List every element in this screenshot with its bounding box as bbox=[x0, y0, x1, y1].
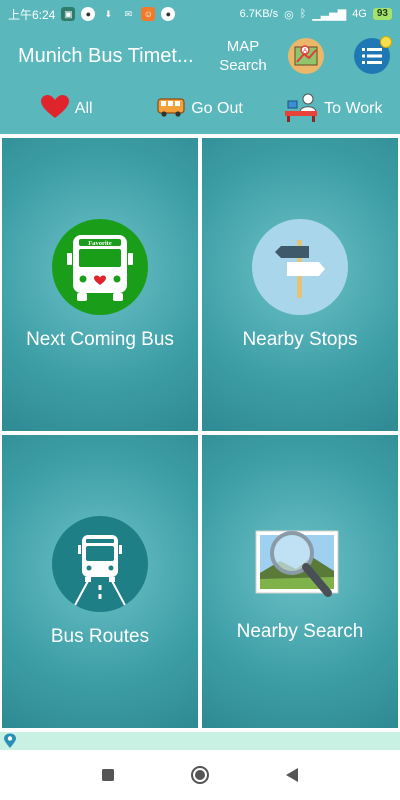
tile-nearby-search[interactable]: Nearby Search bbox=[202, 435, 398, 728]
filter-bar: All Go Out To Work bbox=[0, 84, 400, 134]
status-bar: 上午6:24 ▣ ● ⬇ ✉ ☺ ● 6.7KB/s ◎ ᛒ ▁▃▅▇ 4G 9… bbox=[0, 0, 400, 28]
filter-all-label: All bbox=[74, 100, 93, 117]
bluetooth-icon: ᛒ bbox=[299, 8, 307, 20]
tile-next-coming-bus[interactable]: Favorite Next Coming Bus bbox=[2, 138, 198, 431]
filter-to-work[interactable]: To Work bbox=[267, 92, 400, 127]
app-notification-icon: ▣ bbox=[61, 7, 76, 21]
net-speed: 6.7KB/s bbox=[239, 8, 279, 20]
desk-worker-icon bbox=[284, 92, 318, 127]
magnifier-photo-icon bbox=[250, 521, 350, 607]
main-grid: Favorite Next Coming Bus Nearby Stops Bu… bbox=[0, 136, 400, 730]
tile-nearby-stops[interactable]: Nearby Stops bbox=[202, 138, 398, 431]
bottom-strip bbox=[0, 732, 400, 750]
filter-all[interactable]: All bbox=[0, 94, 133, 124]
signpost-icon bbox=[252, 218, 348, 315]
recent-apps-button[interactable] bbox=[97, 764, 119, 786]
favorite-badge-text: Favorite bbox=[88, 240, 112, 247]
signal-icon: ▁▃▅▇ bbox=[312, 8, 347, 21]
circle-notification-icon: ● bbox=[81, 7, 96, 21]
mail-icon: ✉ bbox=[124, 8, 133, 19]
tile-nearby-search-label: Nearby Search bbox=[236, 620, 364, 642]
tile-next-coming-bus-label: Next Coming Bus bbox=[26, 328, 174, 350]
heart-icon bbox=[40, 94, 69, 124]
status-time: 上午6:24 bbox=[8, 7, 56, 22]
home-button[interactable] bbox=[189, 764, 211, 786]
filter-go-out[interactable]: Go Out bbox=[133, 96, 266, 123]
tile-nearby-stops-label: Nearby Stops bbox=[242, 328, 358, 350]
favorite-bus-icon: Favorite bbox=[52, 218, 148, 315]
map-route-icon[interactable]: A bbox=[288, 38, 324, 74]
tile-bus-routes[interactable]: Bus Routes bbox=[2, 435, 198, 728]
system-nav-bar bbox=[0, 750, 400, 800]
notification-dot bbox=[380, 36, 392, 48]
orange-app-icon: ☺ bbox=[141, 7, 156, 21]
app-header: Munich Bus Timet... MAP Search A bbox=[0, 28, 400, 84]
download-icon: ⬇ bbox=[104, 8, 113, 19]
svg-text:A: A bbox=[303, 49, 307, 55]
filter-go-out-label: Go Out bbox=[191, 100, 243, 117]
bus-front-icon bbox=[52, 515, 148, 612]
tile-bus-routes-label: Bus Routes bbox=[50, 625, 150, 647]
back-button[interactable] bbox=[281, 764, 303, 786]
app-title: Munich Bus Timet... bbox=[18, 44, 194, 67]
map-search-button[interactable]: MAP Search bbox=[216, 37, 270, 75]
battery-indicator: 93 bbox=[372, 8, 392, 20]
map-search-line1: MAP bbox=[226, 38, 260, 55]
bus-icon bbox=[157, 96, 185, 123]
filter-to-work-label: To Work bbox=[324, 100, 383, 117]
menu-list-icon[interactable] bbox=[354, 36, 392, 74]
circle-notification-icon-2: ● bbox=[161, 7, 176, 21]
map-search-line2: Search bbox=[219, 57, 267, 74]
location-pin-icon[interactable] bbox=[3, 733, 17, 749]
hotspot-icon: ◎ bbox=[284, 8, 294, 21]
network-type: 4G bbox=[352, 8, 367, 20]
